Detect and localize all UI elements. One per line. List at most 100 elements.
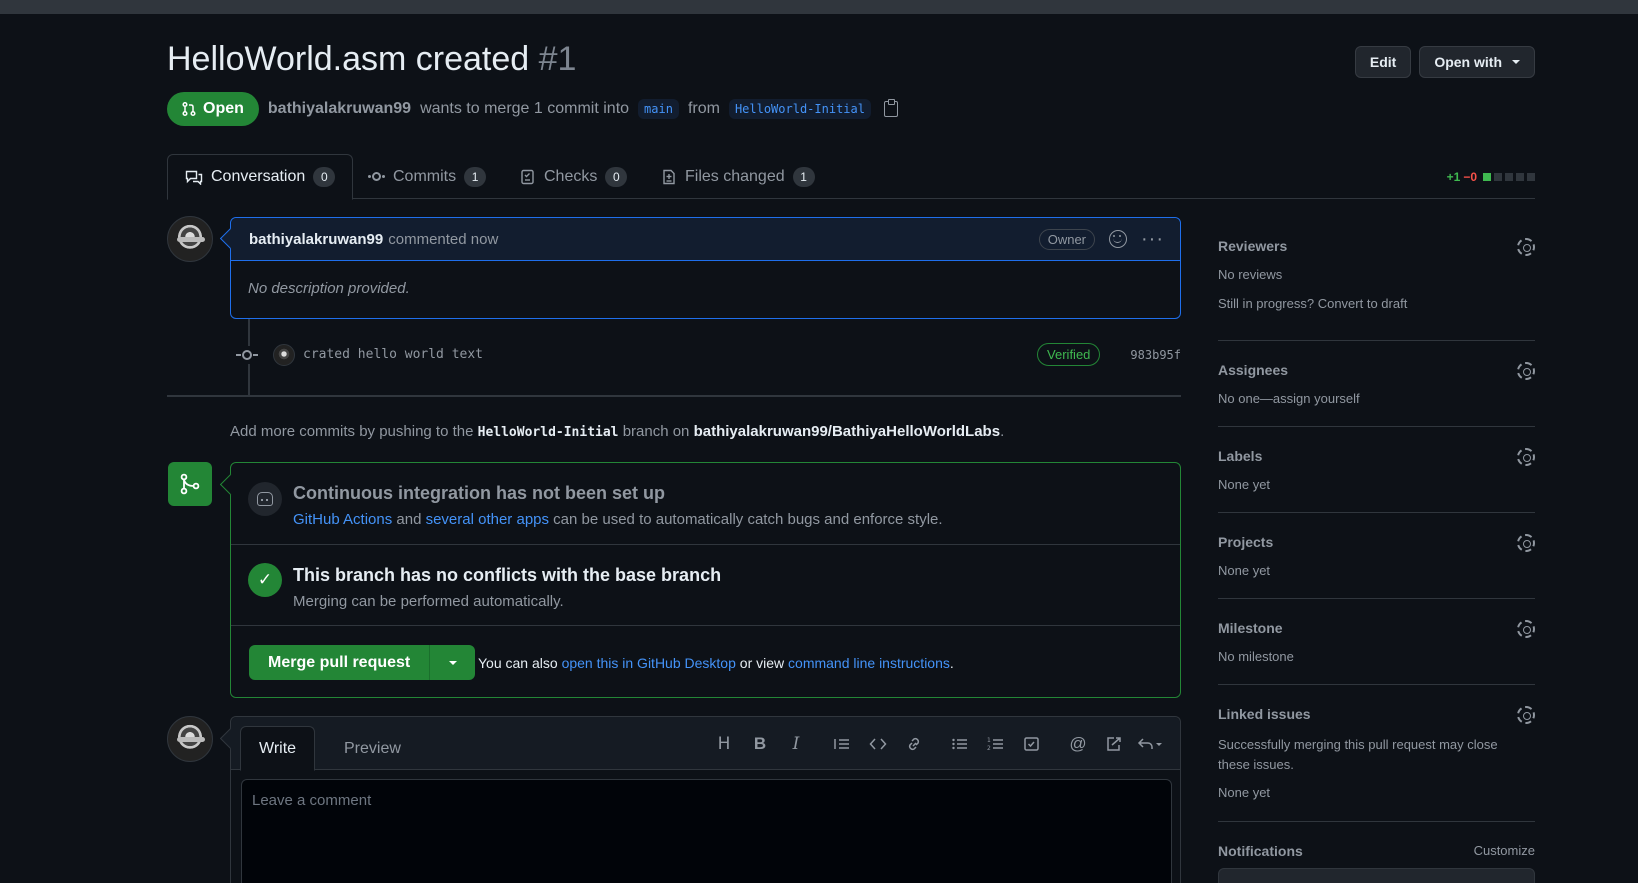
push-middle: branch on: [622, 423, 690, 440]
preview-tab[interactable]: Preview: [326, 726, 419, 771]
push-branch: HelloWorld-Initial: [477, 425, 619, 440]
github-actions-link[interactable]: GitHub Actions: [293, 511, 392, 528]
notifications-title: Notifications: [1218, 843, 1303, 859]
open-with-button[interactable]: Open with: [1419, 46, 1535, 78]
note-suffix: .: [949, 655, 954, 671]
avatar[interactable]: [167, 216, 213, 262]
edit-button[interactable]: Edit: [1354, 46, 1412, 78]
quote-icon[interactable]: [824, 730, 860, 758]
tab-counter: 0: [605, 166, 628, 187]
merge-options-dropdown[interactable]: [429, 645, 476, 680]
mention-icon[interactable]: @: [1060, 730, 1096, 758]
smiley-icon[interactable]: [1109, 230, 1128, 248]
reviewers-title[interactable]: Reviewers: [1218, 238, 1287, 254]
sidebar-notifications: Notifications Customize: [1218, 822, 1535, 862]
projects-value: None yet: [1218, 563, 1271, 578]
pr-description-comment: bathiyalakruwan99 commented now Owner ··…: [230, 217, 1181, 319]
comment-time[interactable]: commented now: [388, 231, 498, 248]
ci-description: GitHub Actions and several other apps ca…: [293, 511, 943, 528]
sidebar-linked-issues: Linked issues Successfully merging this …: [1218, 685, 1535, 822]
bullet-list-icon[interactable]: [942, 730, 978, 758]
other-apps-link[interactable]: several other apps: [426, 511, 549, 528]
linked-issues-title[interactable]: Linked issues: [1218, 706, 1311, 722]
merge-pull-request-button[interactable]: Merge pull request: [249, 645, 430, 680]
composer-header: Write Preview H B I 12 @: [231, 717, 1180, 771]
tab-commits[interactable]: Commits 1: [350, 154, 503, 199]
assign-yourself-link[interactable]: No one—assign yourself: [1218, 391, 1360, 406]
cross-reference-icon[interactable]: [1096, 730, 1132, 758]
comment-icon: [185, 170, 203, 185]
git-merge-icon: [168, 462, 212, 506]
reviewers-value: No reviews: [1218, 267, 1283, 282]
italic-icon[interactable]: I: [778, 730, 814, 758]
comment-author[interactable]: bathiyalakruwan99: [249, 231, 383, 248]
tab-files-changed[interactable]: Files changed 1: [644, 154, 832, 199]
head-branch[interactable]: HelloWorld-Initial: [728, 99, 871, 119]
ci-section: Continuous integration has not been set …: [231, 463, 1180, 545]
subscribe-button[interactable]: [1218, 868, 1535, 883]
code-icon[interactable]: [860, 730, 896, 758]
gear-icon[interactable]: [1517, 706, 1535, 724]
gear-icon[interactable]: [1517, 362, 1535, 380]
base-branch[interactable]: main: [638, 99, 679, 119]
tab-label: Commits: [393, 167, 457, 185]
saved-replies-icon[interactable]: [1132, 730, 1168, 758]
labels-value: None yet: [1218, 477, 1271, 492]
diffstat: +1 −0: [1447, 170, 1535, 184]
milestone-value: No milestone: [1218, 649, 1294, 664]
conflict-section: ✓ This branch has no conflicts with the …: [231, 545, 1180, 626]
note-or: or view: [739, 655, 785, 671]
assignees-title[interactable]: Assignees: [1218, 362, 1288, 378]
sidebar-assignees: Assignees No one—assign yourself: [1218, 341, 1535, 427]
check-icon: ✓: [248, 563, 282, 597]
numbered-list-icon[interactable]: 12: [978, 730, 1014, 758]
commit-message[interactable]: crated hello world text: [303, 347, 483, 362]
status-label: Open: [203, 100, 244, 117]
gear-icon[interactable]: [1517, 620, 1535, 638]
kebab-menu-icon[interactable]: ···: [1141, 229, 1164, 249]
pull-request-icon: [182, 101, 196, 117]
sidebar-milestone: Milestone No milestone: [1218, 599, 1535, 685]
gear-icon[interactable]: [1517, 238, 1535, 256]
tab-counter: 0: [313, 167, 336, 187]
tab-conversation[interactable]: Conversation 0: [167, 154, 354, 200]
gear-icon[interactable]: [1517, 448, 1535, 466]
merge-note: You can also open this in GitHub Desktop…: [478, 655, 954, 671]
pr-title: HelloWorld.asm created: [167, 40, 530, 78]
comment-body: No description provided.: [248, 280, 410, 297]
milestone-title[interactable]: Milestone: [1218, 620, 1283, 636]
bold-icon[interactable]: B: [742, 730, 778, 758]
diff-block: [1516, 173, 1524, 181]
tab-checks[interactable]: Checks 0: [503, 154, 644, 199]
sidebar: Reviewers No reviews Still in progress? …: [1218, 217, 1535, 862]
commit-sha[interactable]: 983b95f: [1130, 348, 1181, 362]
write-tab[interactable]: Write: [240, 726, 316, 771]
pr-author-link[interactable]: bathiyalakruwan99: [268, 100, 411, 118]
push-prefix: Add more commits by pushing to the: [230, 423, 474, 440]
task-list-icon[interactable]: [1014, 730, 1050, 758]
commit-icon: [367, 172, 385, 181]
link-icon[interactable]: [896, 730, 932, 758]
owner-badge: Owner: [1038, 228, 1096, 250]
labels-title[interactable]: Labels: [1218, 448, 1262, 464]
push-message: Add more commits by pushing to the Hello…: [230, 423, 1004, 440]
gear-icon[interactable]: [1517, 534, 1535, 552]
merge-text: wants to merge 1 commit into: [420, 100, 630, 117]
open-desktop-link[interactable]: open this in GitHub Desktop: [562, 655, 736, 671]
sidebar-projects: Projects None yet: [1218, 513, 1535, 599]
command-line-link[interactable]: command line instructions: [788, 655, 950, 671]
comment-composer: Write Preview H B I 12 @ Leave a comment: [230, 716, 1181, 883]
open-with-label: Open with: [1434, 54, 1502, 70]
verified-badge[interactable]: Verified: [1037, 343, 1101, 366]
repo-link[interactable]: bathiyalakruwan99/BathiyaHelloWorldLabs: [694, 423, 1000, 440]
svg-text:1: 1: [987, 737, 991, 744]
avatar[interactable]: [273, 343, 295, 366]
projects-title[interactable]: Projects: [1218, 534, 1273, 550]
customize-link[interactable]: Customize: [1474, 843, 1535, 858]
svg-text:2: 2: [987, 745, 991, 752]
heading-icon[interactable]: H: [706, 730, 742, 758]
copy-icon[interactable]: [883, 99, 898, 117]
comment-textarea[interactable]: Leave a comment: [241, 779, 1172, 883]
avatar[interactable]: [167, 716, 213, 762]
convert-to-draft-link[interactable]: Still in progress? Convert to draft: [1218, 296, 1407, 311]
